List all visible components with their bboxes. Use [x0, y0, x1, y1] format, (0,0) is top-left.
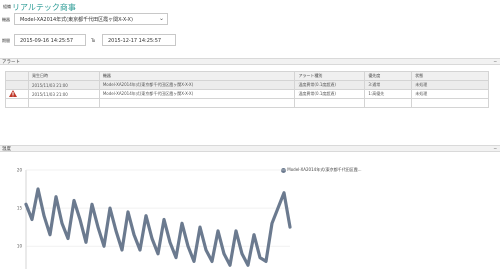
y-tick-label: 10: [17, 244, 23, 249]
alerts-section-title: アラート: [2, 60, 20, 65]
period-to-value: 2015-12-17 14:25:57: [108, 38, 162, 44]
table-row-empty: [5, 98, 489, 108]
y-tick-label: 20: [17, 168, 23, 173]
temperature-section-header[interactable]: 温度 –: [0, 144, 500, 152]
row-status: 未処理: [411, 80, 489, 90]
row-time: 2015/11/03 21:00: [27, 89, 100, 99]
device-select[interactable]: Model-XA2014年式(東京都千代田区霞ヶ関X-X-X) ⌄: [14, 13, 168, 25]
col-priority-header[interactable]: 優先度: [364, 71, 413, 81]
period-to-label: To: [91, 38, 96, 43]
row-icon-cell: [5, 89, 29, 99]
col-time-header[interactable]: 発生日時: [27, 71, 100, 81]
col-device-header[interactable]: 機器: [98, 71, 296, 81]
chevron-down-icon: ⌄: [158, 15, 164, 22]
col-status-header[interactable]: 状態: [411, 71, 489, 81]
row-type: 温度異常(0.1度超過): [294, 80, 366, 90]
row-priority: 1:高優先: [364, 89, 413, 99]
alerts-section-header[interactable]: アラート –: [0, 57, 500, 65]
col-type-header[interactable]: アラート種別: [294, 71, 366, 81]
row-device: Model-XA2014年式(東京都千代田区霞ヶ関X-X-X): [98, 89, 296, 99]
collapse-icon[interactable]: –: [494, 57, 498, 65]
org-name: リアルテック商事: [12, 3, 76, 12]
period-label: 期間: [2, 38, 10, 43]
temperature-section-title: 温度: [2, 147, 11, 152]
period-to-input[interactable]: 2015-12-17 14:25:57: [102, 34, 176, 46]
row-type: 温度異常(0.1度超過): [294, 89, 366, 99]
period-from-value: 2015-09-16 14:25:57: [20, 38, 74, 44]
table-row[interactable]: 2015/11/03 21:00 Model-XA2014年式(東京都千代田区霞…: [5, 80, 489, 90]
temperature-chart[interactable]: 20 15 10: [0, 160, 500, 269]
table-row[interactable]: 2015/11/03 21:00 Model-XA2014年式(東京都千代田区霞…: [5, 89, 489, 99]
series-line[interactable]: [24, 187, 292, 267]
alerts-header-row: 発生日時 機器 アラート種別 優先度 状態: [5, 71, 489, 81]
device-label: 機器: [2, 17, 10, 22]
row-icon-cell: [5, 80, 29, 90]
row-priority: 3:通常: [364, 80, 413, 90]
collapse-icon[interactable]: –: [494, 144, 498, 152]
period-from-input[interactable]: 2015-09-16 14:25:57: [14, 34, 86, 46]
org-label: 組織: [3, 4, 11, 9]
chart-plot: [24, 187, 292, 267]
warning-icon: [9, 90, 17, 97]
row-status: 未処理: [411, 89, 489, 99]
row-device: Model-XA2014年式(東京都千代田区霞ヶ関X-X-X): [98, 80, 296, 90]
alerts-table: 発生日時 機器 アラート種別 優先度 状態 2015/11/03 21:00 M…: [5, 71, 489, 108]
row-time: 2015/11/03 21:00: [27, 80, 100, 90]
col-icon-header: [5, 71, 29, 81]
device-select-value: Model-XA2014年式(東京都千代田区霞ヶ関X-X-X): [20, 17, 133, 23]
y-tick-label: 15: [17, 206, 23, 211]
